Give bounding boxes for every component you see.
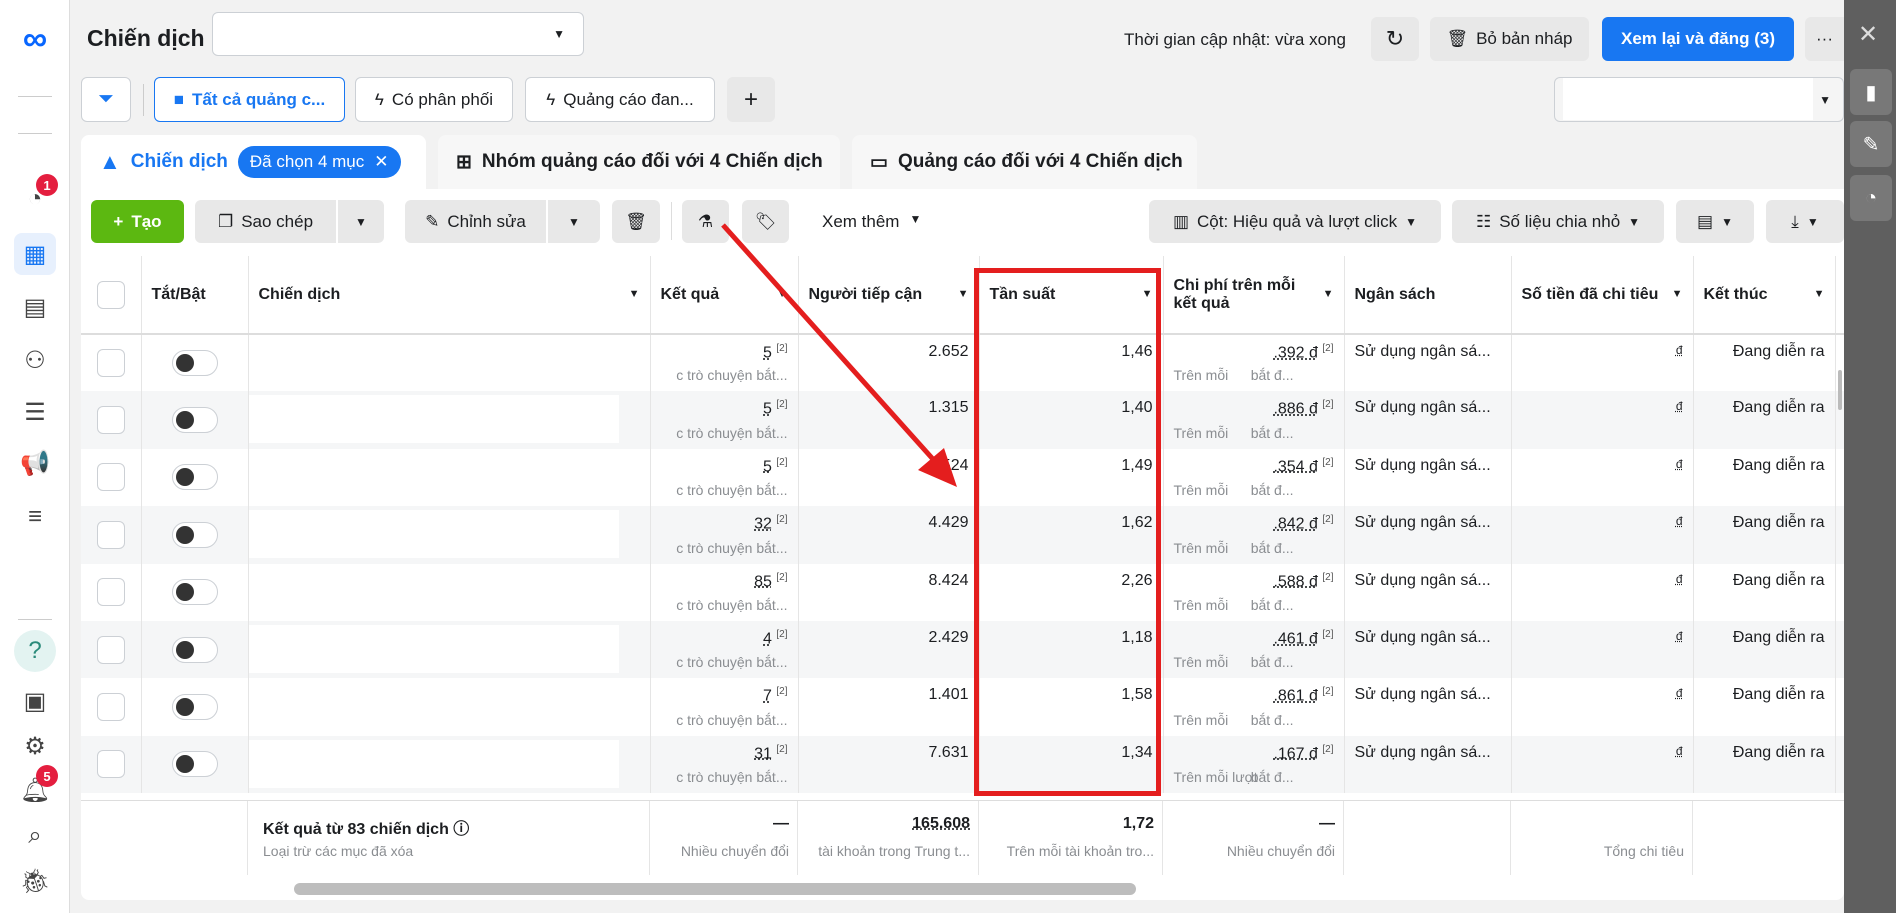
arrow-shaft xyxy=(721,223,942,469)
clock-icon: ◔ xyxy=(1864,186,1878,209)
pencil-icon: ✎ xyxy=(1862,133,1880,156)
arrow-head xyxy=(918,448,957,487)
annotation-arrow xyxy=(721,223,957,487)
close-icon[interactable]: ✕ xyxy=(1858,20,1878,49)
bar-chart-icon: ▮ xyxy=(1865,81,1877,104)
edit-panel-button[interactable]: ✎ xyxy=(1850,121,1892,167)
history-button[interactable]: ◔ xyxy=(1850,175,1892,221)
right-side-panel: ✕ ▮ ✎ ◔ xyxy=(1844,0,1896,913)
charts-button[interactable]: ▮ xyxy=(1850,69,1892,115)
